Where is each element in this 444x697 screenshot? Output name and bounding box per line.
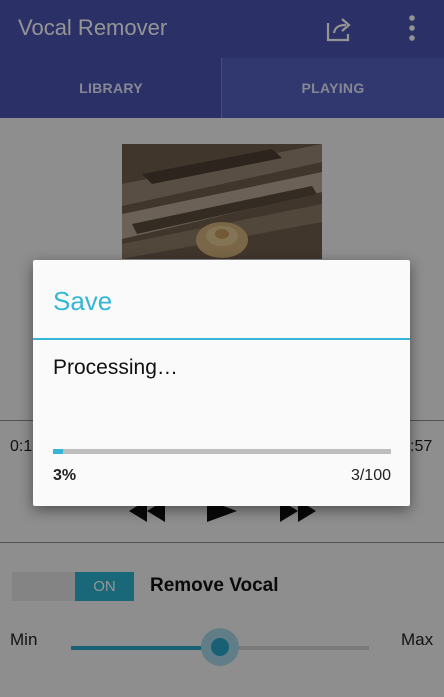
progress-count: 3/100 (350, 467, 391, 484)
dialog-title: Save (53, 286, 113, 316)
save-progress-fill (53, 449, 64, 454)
save-dialog: Save Processing… 3% 3/100 (33, 260, 410, 506)
progress-percent: 3% (53, 467, 77, 484)
save-progress-bar (53, 449, 391, 454)
dialog-title-divider (33, 338, 410, 340)
dialog-message: Processing… (53, 356, 178, 379)
